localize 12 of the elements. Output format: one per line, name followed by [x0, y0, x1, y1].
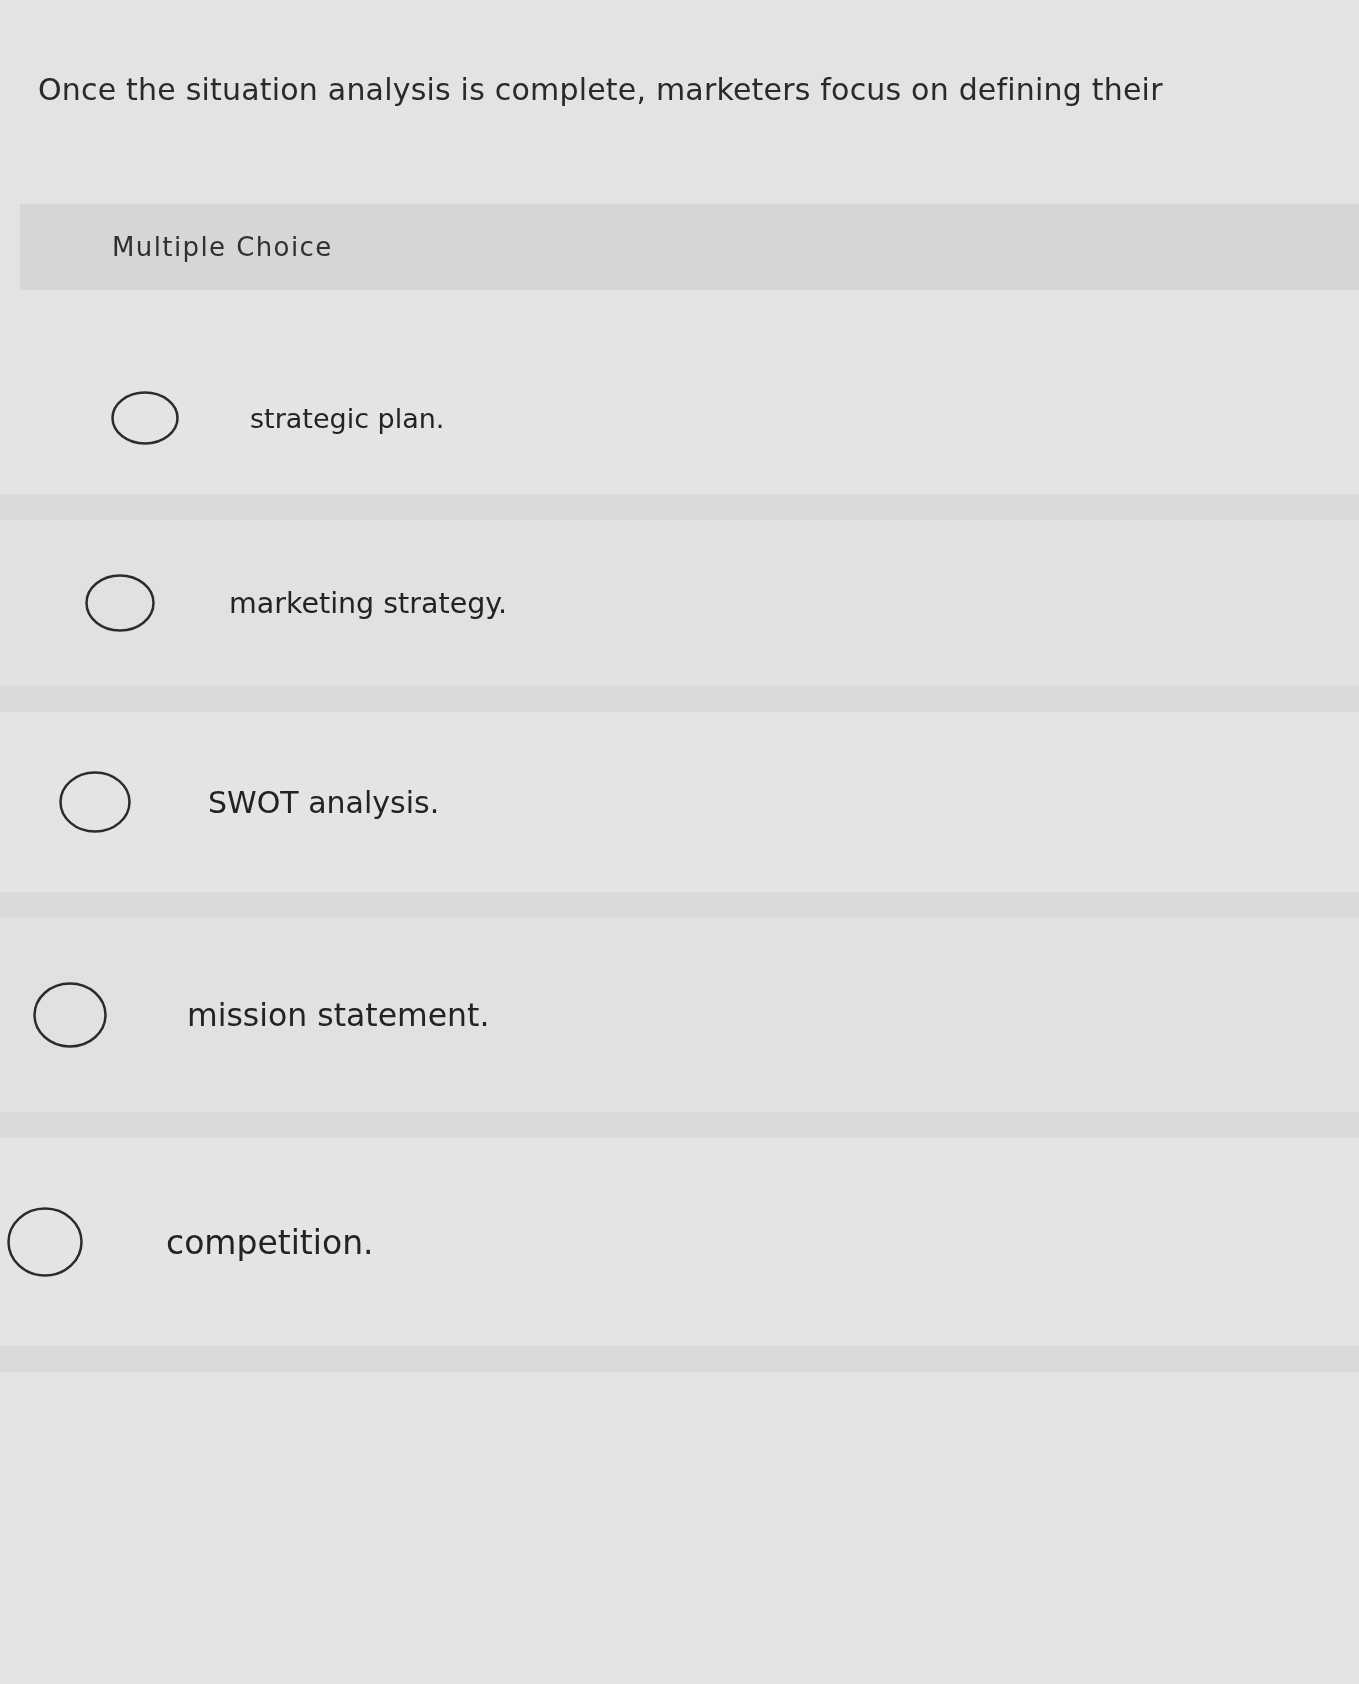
answer-option-text: strategic plan.	[250, 402, 445, 434]
radio-button[interactable]	[111, 391, 179, 445]
radio-button[interactable]	[7, 1207, 83, 1277]
radio-button[interactable]	[33, 982, 107, 1048]
answer-option-text: marketing strategy.	[229, 586, 508, 620]
question-text: Once the situation analysis is complete, marketers focus on defining their	[38, 72, 1164, 107]
radio-button[interactable]	[59, 771, 131, 833]
radio-button[interactable]	[85, 574, 155, 632]
answer-option-text: SWOT analysis.	[208, 784, 440, 820]
answer-option-text: competition.	[166, 1222, 374, 1262]
answer-option-text: mission statement.	[187, 997, 490, 1033]
question-type-label: Multiple Choice	[112, 232, 333, 262]
